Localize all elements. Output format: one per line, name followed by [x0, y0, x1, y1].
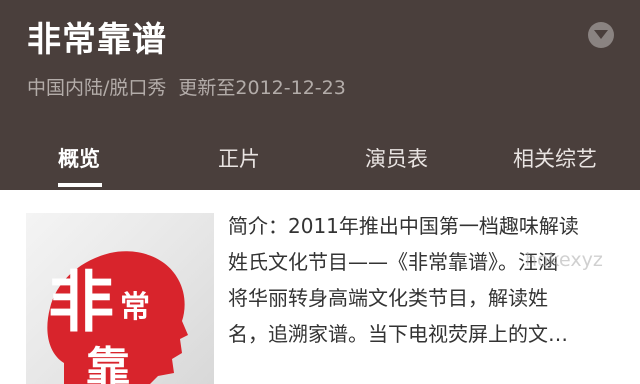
- poster-char-1: 非: [48, 264, 114, 341]
- show-title: 非常靠谱: [27, 20, 167, 60]
- description-line: 简介：2011年推出中国第一档趣味解读: [228, 214, 579, 238]
- poster-char-2: 常: [120, 290, 150, 325]
- show-poster[interactable]: 非 常 靠: [26, 213, 214, 384]
- tab-episodes[interactable]: 正片: [218, 140, 260, 190]
- show-header: 非常靠谱 中国内陆/脱口秀 更新至2012-12-23 概览 正片 演员表 相关综…: [0, 0, 640, 190]
- region-genre: 中国内陆/脱口秀: [27, 77, 167, 99]
- watermark: hokexyz: [525, 249, 603, 271]
- active-tab-indicator: [58, 183, 102, 187]
- tab-cast[interactable]: 演员表: [365, 140, 428, 190]
- poster-logo: 非 常 靠: [47, 251, 188, 384]
- tab-related-shows[interactable]: 相关综艺: [513, 140, 597, 190]
- show-description: 简介：2011年推出中国第一档趣味解读 姓氏文化节目——《非常靠谱》。汪涵 将华…: [228, 208, 628, 352]
- poster-char-3: 靠: [86, 343, 130, 384]
- show-meta: 中国内陆/脱口秀 更新至2012-12-23: [27, 74, 346, 102]
- expand-button[interactable]: [588, 22, 614, 48]
- description-line: 名，追溯家谱。当下电视荧屏上的文…: [228, 322, 568, 346]
- update-date: 更新至2012-12-23: [178, 77, 346, 99]
- description-line: 将华丽转身高端文化类节目，解读姓: [228, 286, 548, 310]
- chevron-down-icon: [594, 30, 608, 39]
